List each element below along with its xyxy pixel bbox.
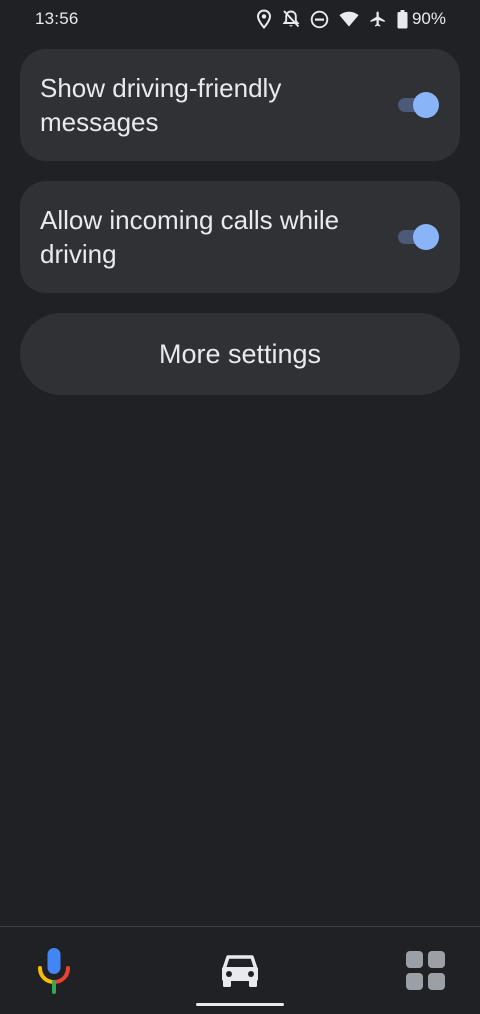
- bottom-navigation: [0, 926, 480, 1014]
- do-not-disturb-icon: [310, 10, 329, 29]
- battery-percentage: 90%: [411, 9, 446, 28]
- setting-label-incoming-calls: Allow incoming calls while driving: [40, 205, 340, 269]
- car-icon[interactable]: [218, 951, 262, 991]
- status-bar: 13:56 90%: [0, 0, 480, 38]
- toggle-incoming-calls[interactable]: [398, 224, 439, 250]
- wifi-icon: [339, 11, 359, 27]
- status-icons: 90%: [256, 8, 446, 30]
- setting-label-driving-messages: Show driving-friendly messages: [40, 73, 282, 137]
- notifications-off-icon: [282, 9, 300, 29]
- airplane-mode-icon: [369, 10, 387, 28]
- toggle-thumb: [413, 92, 439, 118]
- active-tab-indicator: [196, 1003, 284, 1006]
- more-settings-button[interactable]: More settings: [20, 313, 460, 395]
- setting-card-driving-messages[interactable]: Show driving-friendly messages: [20, 49, 460, 161]
- apps-grid-icon[interactable]: [404, 949, 448, 993]
- location-icon: [256, 9, 272, 29]
- toggle-driving-messages[interactable]: [398, 92, 439, 118]
- toggle-thumb: [413, 224, 439, 250]
- setting-card-incoming-calls[interactable]: Allow incoming calls while driving: [20, 181, 460, 293]
- microphone-icon[interactable]: [36, 947, 72, 995]
- status-time: 13:56: [35, 9, 79, 28]
- battery-icon: [397, 9, 408, 29]
